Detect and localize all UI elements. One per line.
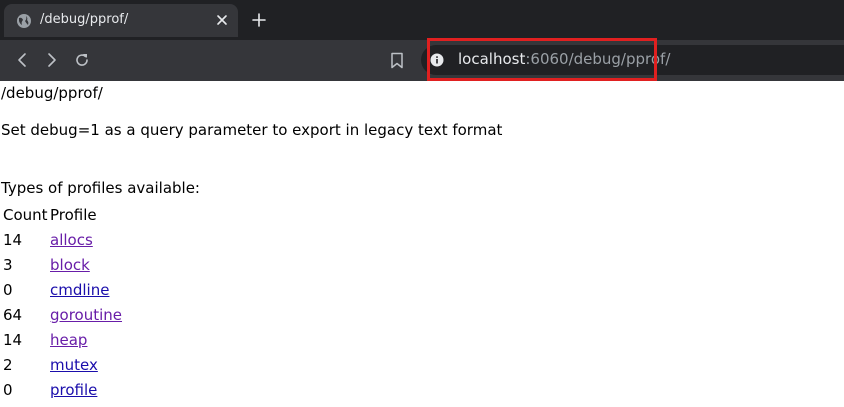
profile-link[interactable]: block bbox=[50, 256, 90, 274]
profile-link[interactable]: cmdline bbox=[50, 281, 109, 299]
profile-count: 0 bbox=[3, 280, 13, 299]
profile-count: 0 bbox=[3, 380, 13, 399]
table-row: 14 allocs bbox=[3, 227, 122, 252]
table-header-row: Count Profile bbox=[3, 202, 122, 227]
page-content: /debug/pprof/ Set debug=1 as a query par… bbox=[0, 81, 844, 407]
reload-icon[interactable] bbox=[74, 52, 90, 68]
profile-count: 2 bbox=[3, 355, 13, 374]
profile-types-label: Types of profiles available: bbox=[1, 179, 200, 197]
profile-rows: 14 allocs 3 block 0 cmdline 64 goroutine… bbox=[3, 227, 122, 402]
profile-link[interactable]: mutex bbox=[50, 356, 98, 374]
bookmark-icon[interactable] bbox=[390, 52, 404, 69]
profile-table: Count Profile 14 allocs 3 block 0 cmdlin… bbox=[3, 202, 122, 402]
profile-link[interactable]: profile bbox=[50, 381, 97, 399]
browser-tab[interactable]: /debug/pprof/ bbox=[4, 4, 238, 37]
page-heading: /debug/pprof/ bbox=[1, 84, 103, 102]
table-row: 0 profile bbox=[3, 377, 122, 402]
globe-icon bbox=[17, 14, 31, 28]
profile-link[interactable]: goroutine bbox=[50, 306, 122, 324]
forward-arrow-icon[interactable] bbox=[44, 52, 60, 68]
profile-count: 64 bbox=[3, 305, 23, 324]
browser-toolbar: localhost:6060/debug/pprof/ bbox=[0, 40, 844, 81]
tab-strip: /debug/pprof/ bbox=[0, 0, 844, 40]
debug-note: Set debug=1 as a query parameter to expo… bbox=[1, 121, 503, 139]
profile-count: 14 bbox=[3, 230, 23, 249]
table-row: 3 block bbox=[3, 252, 122, 277]
tab-title: /debug/pprof/ bbox=[40, 12, 129, 27]
close-icon[interactable] bbox=[216, 14, 228, 26]
back-arrow-icon[interactable] bbox=[14, 52, 30, 68]
url-highlight-annotation bbox=[427, 38, 657, 81]
table-row: 14 heap bbox=[3, 327, 122, 352]
table-row: 64 goroutine bbox=[3, 302, 122, 327]
count-column-header: Count bbox=[3, 205, 48, 224]
table-row: 2 mutex bbox=[3, 352, 122, 377]
profile-link[interactable]: heap bbox=[50, 331, 87, 349]
profile-count: 3 bbox=[3, 255, 13, 274]
profile-column-header: Profile bbox=[50, 205, 97, 224]
profile-link[interactable]: allocs bbox=[50, 231, 93, 249]
profile-count: 14 bbox=[3, 330, 23, 349]
table-row: 0 cmdline bbox=[3, 277, 122, 302]
plus-icon[interactable] bbox=[252, 13, 266, 27]
